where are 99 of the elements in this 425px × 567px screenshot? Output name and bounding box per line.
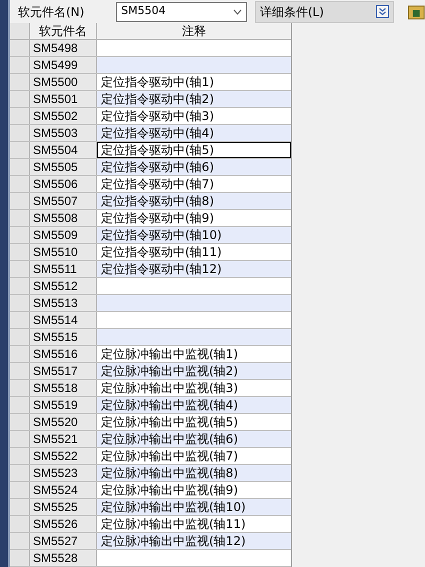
device-cell: SM5507 xyxy=(30,193,97,209)
comment-cell[interactable] xyxy=(97,329,291,345)
comment-cell[interactable] xyxy=(97,278,291,294)
device-cell: SM5523 xyxy=(30,465,97,481)
comment-cell[interactable]: 定位脉冲输出中监视(轴2) xyxy=(97,363,291,379)
comment-cell[interactable]: 定位脉冲输出中监视(轴1) xyxy=(97,346,291,362)
row-header[interactable] xyxy=(10,414,30,430)
device-cell: SM5499 xyxy=(30,57,97,73)
device-cell: SM5512 xyxy=(30,278,97,294)
device-name-combo[interactable]: SM5504 xyxy=(116,2,247,22)
device-cell: SM5513 xyxy=(30,295,97,311)
row-header[interactable] xyxy=(10,329,30,345)
row-header[interactable] xyxy=(10,482,30,498)
row-header[interactable] xyxy=(10,431,30,447)
row-header[interactable] xyxy=(10,193,30,209)
device-cell: SM5502 xyxy=(30,108,97,124)
device-cell: SM5510 xyxy=(30,244,97,260)
row-header[interactable] xyxy=(10,346,30,362)
row-header[interactable] xyxy=(10,261,30,277)
row-header[interactable] xyxy=(10,380,30,396)
comment-cell[interactable]: 定位脉冲输出中监视(轴9) xyxy=(97,482,291,498)
detail-conditions-button[interactable]: 详细条件(L) xyxy=(254,0,394,22)
device-cell: SM5515 xyxy=(30,329,97,345)
row-header[interactable] xyxy=(10,499,30,515)
comment-cell[interactable]: 定位指令驱动中(轴5) xyxy=(97,142,291,158)
comment-cell[interactable]: 定位指令驱动中(轴3) xyxy=(97,108,291,124)
comment-cell[interactable]: 定位脉冲输出中监视(轴5) xyxy=(97,414,291,430)
row-header[interactable] xyxy=(10,533,30,549)
comment-cell[interactable]: 定位指令驱动中(轴12) xyxy=(97,261,291,277)
row-header[interactable] xyxy=(10,448,30,464)
device-cell: SM5520 xyxy=(30,414,97,430)
device-cell: SM5511 xyxy=(30,261,97,277)
comment-cell[interactable] xyxy=(97,312,291,328)
comment-cell[interactable]: 定位脉冲输出中监视(轴10) xyxy=(97,499,291,515)
device-cell: SM5505 xyxy=(30,159,97,175)
device-cell: SM5509 xyxy=(30,227,97,243)
row-header[interactable] xyxy=(10,465,30,481)
column-header[interactable]: 软元件名 xyxy=(30,23,97,39)
row-header[interactable] xyxy=(10,550,30,566)
expand-icon xyxy=(376,5,390,18)
row-header[interactable] xyxy=(10,278,30,294)
device-cell: SM5516 xyxy=(30,346,97,362)
comment-cell[interactable]: 定位指令驱动中(轴8) xyxy=(97,193,291,209)
row-header[interactable] xyxy=(10,516,30,532)
device-cell: SM5500 xyxy=(30,74,97,90)
row-header[interactable] xyxy=(10,312,30,328)
row-header[interactable] xyxy=(10,363,30,379)
comment-cell[interactable] xyxy=(97,40,291,56)
device-cell: SM5525 xyxy=(30,499,97,515)
row-header[interactable] xyxy=(10,142,30,158)
comment-cell[interactable]: 定位脉冲输出中监视(轴6) xyxy=(97,431,291,447)
comment-cell[interactable]: 定位脉冲输出中监视(轴3) xyxy=(97,380,291,396)
comment-cell[interactable] xyxy=(97,295,291,311)
row-header[interactable] xyxy=(10,125,30,141)
row-header[interactable] xyxy=(10,74,30,90)
comment-cell[interactable]: 定位指令驱动中(轴9) xyxy=(97,210,291,226)
device-cell: SM5518 xyxy=(30,380,97,396)
comment-cell[interactable]: 定位脉冲输出中监视(轴7) xyxy=(97,448,291,464)
device-cell: SM5501 xyxy=(30,91,97,107)
comment-cell[interactable]: 定位指令驱动中(轴7) xyxy=(97,176,291,192)
comment-cell[interactable]: 定位脉冲输出中监视(轴11) xyxy=(97,516,291,532)
device-cell: SM5508 xyxy=(30,210,97,226)
device-cell: SM5504 xyxy=(30,142,97,158)
row-header[interactable] xyxy=(10,108,30,124)
device-cell: SM5498 xyxy=(30,40,97,56)
comment-cell[interactable]: 定位指令驱动中(轴11) xyxy=(97,244,291,260)
row-header[interactable] xyxy=(10,295,30,311)
comment-cell[interactable] xyxy=(97,550,291,566)
device-cell: SM5503 xyxy=(30,125,97,141)
comment-cell[interactable]: 定位脉冲输出中监视(轴8) xyxy=(97,465,291,481)
row-header[interactable] xyxy=(10,210,30,226)
device-name-label: 软元件名(N) xyxy=(18,4,86,20)
device-cell: SM5528 xyxy=(30,550,97,566)
row-header[interactable] xyxy=(10,40,30,56)
device-cell: SM5514 xyxy=(30,312,97,328)
column-header[interactable]: 注释 xyxy=(97,23,291,39)
device-cell: SM5522 xyxy=(30,448,97,464)
comment-cell[interactable] xyxy=(97,57,291,73)
row-header[interactable] xyxy=(10,91,30,107)
comment-cell[interactable]: 定位指令驱动中(轴1) xyxy=(97,74,291,90)
comment-cell[interactable]: 定位脉冲输出中监视(轴12) xyxy=(97,533,291,549)
row-header[interactable] xyxy=(10,176,30,192)
device-cell: SM5524 xyxy=(30,482,97,498)
comment-cell[interactable]: 定位指令驱动中(轴10) xyxy=(97,227,291,243)
device-cell: SM5526 xyxy=(30,516,97,532)
device-cell: SM5517 xyxy=(30,363,97,379)
comment-cell[interactable]: 定位指令驱动中(轴2) xyxy=(97,91,291,107)
row-header[interactable] xyxy=(10,227,30,243)
row-header[interactable] xyxy=(10,397,30,413)
device-cell: SM5527 xyxy=(30,533,97,549)
comment-cell[interactable]: 定位指令驱动中(轴6) xyxy=(97,159,291,175)
comment-cell[interactable]: 定位脉冲输出中监视(轴4) xyxy=(97,397,291,413)
row-header[interactable] xyxy=(10,159,30,175)
row-header[interactable] xyxy=(10,244,30,260)
comment-cell[interactable]: 定位指令驱动中(轴4) xyxy=(97,125,291,141)
row-header[interactable] xyxy=(10,57,30,73)
device-cell: SM5521 xyxy=(30,431,97,447)
device-cell: SM5519 xyxy=(30,397,97,413)
device-cell: SM5506 xyxy=(30,176,97,192)
